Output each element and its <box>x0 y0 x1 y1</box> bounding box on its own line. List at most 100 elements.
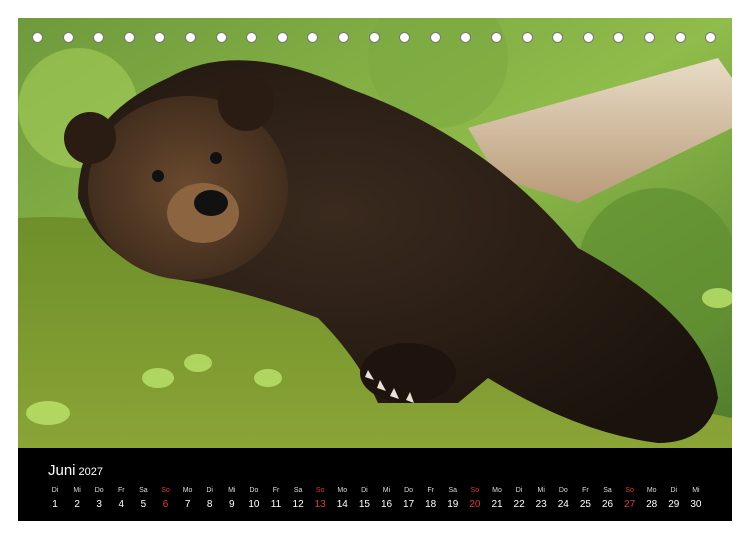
day-cell: Di 8 <box>199 486 221 512</box>
day-cell: So 6 <box>155 486 177 512</box>
weekday-label: Di <box>206 487 213 494</box>
binding-hole <box>123 32 135 43</box>
day-number: 7 <box>184 499 191 510</box>
day-cell: Mi 30 <box>685 486 707 512</box>
month-title: Juni 2027 <box>48 462 103 479</box>
binding-hole <box>613 32 625 43</box>
day-cell: Mi 9 <box>221 486 243 512</box>
day-cell: Di 29 <box>663 486 685 512</box>
day-cell: Sa 19 <box>442 486 464 512</box>
day-number: 10 <box>248 499 260 510</box>
weekday-label: Mi <box>537 487 545 494</box>
day-cell: Sa 5 <box>132 486 154 512</box>
day-number: 30 <box>690 499 702 510</box>
weekday-label: So <box>470 487 480 494</box>
day-cell: Mo 7 <box>177 486 199 512</box>
weekday-label: Fr <box>427 487 434 494</box>
day-number: 6 <box>162 499 169 510</box>
binding-hole <box>338 32 349 43</box>
day-number: 15 <box>358 499 370 510</box>
binding-hole <box>185 32 196 43</box>
day-number: 8 <box>206 499 213 510</box>
binding-hole <box>276 32 288 43</box>
day-number: 4 <box>118 499 125 510</box>
day-number: 29 <box>668 499 680 510</box>
weekday-label: Fr <box>272 487 280 494</box>
day-number: 9 <box>229 499 235 510</box>
weekday-label: Mo <box>182 487 193 494</box>
day-number: 17 <box>403 499 415 510</box>
day-cell: Mo 14 <box>331 486 353 512</box>
month-name: Juni <box>48 462 76 479</box>
day-number: 13 <box>314 499 326 510</box>
weekday-label: Mo <box>337 487 348 494</box>
day-number: 24 <box>557 499 569 510</box>
day-cell: Mi 23 <box>530 486 552 512</box>
day-number: 1 <box>52 499 58 510</box>
binding-hole <box>552 32 564 43</box>
calendar-page: Juni 2027 Di 1 Mi 2 Do 3 Fr 4 Sa 5 So 6 Mo 7 Di 8 Mi 9 Do 10… <box>18 18 732 521</box>
weekday-label: Mi <box>382 487 391 494</box>
weekday-label: So <box>315 487 325 494</box>
day-number: 12 <box>292 499 304 510</box>
bear-illustration <box>18 18 732 448</box>
binding-hole <box>62 32 74 43</box>
binding-hole <box>93 32 105 43</box>
weekday-label: Do <box>558 487 568 494</box>
binding-hole <box>429 32 441 43</box>
day-cell: Sa 12 <box>287 486 309 512</box>
day-cell: So 13 <box>309 486 331 512</box>
day-cell: Di 22 <box>508 486 530 512</box>
weekday-label: Di <box>515 487 523 494</box>
day-cell: Di 15 <box>353 486 375 512</box>
weekday-label: Do <box>404 487 414 494</box>
day-number: 16 <box>380 499 393 510</box>
binding-hole <box>154 32 166 43</box>
weekday-label: Di <box>670 487 678 494</box>
day-cell: Do 17 <box>398 486 420 512</box>
bear-photo <box>18 18 732 448</box>
day-number: 18 <box>425 499 437 510</box>
weekday-label: So <box>625 487 634 494</box>
weekday-label: So <box>161 487 170 494</box>
calendar-strip: Juni 2027 Di 1 Mi 2 Do 3 Fr 4 Sa 5 So 6 Mo 7 Di 8 Mi 9 Do 10… <box>18 448 732 521</box>
day-number: 21 <box>491 499 503 510</box>
day-number: 3 <box>96 499 102 510</box>
day-cell: Mo 21 <box>486 486 508 512</box>
day-cell: Mi 16 <box>376 486 398 512</box>
day-cell: Fr 18 <box>420 486 442 512</box>
binding-hole <box>246 32 258 43</box>
binding-hole <box>674 32 686 43</box>
weekday-label: Mo <box>492 487 502 494</box>
weekday-label: Mi <box>73 487 81 494</box>
day-cell: So 20 <box>464 486 486 512</box>
day-cell: Mo 28 <box>641 486 663 512</box>
day-number: 5 <box>140 499 147 510</box>
day-cell: Fr 11 <box>265 486 287 512</box>
year-label: 2027 <box>78 466 104 478</box>
binding-hole <box>460 32 472 43</box>
day-cell: Do 3 <box>88 486 110 512</box>
day-number: 27 <box>624 499 636 510</box>
weekday-label: Mi <box>228 487 236 494</box>
binding-hole <box>582 32 594 43</box>
day-number: 2 <box>74 499 80 510</box>
day-number: 25 <box>579 499 591 510</box>
binding-hole <box>215 32 227 43</box>
weekday-label: Di <box>361 487 368 494</box>
day-row: Di 1 Mi 2 Do 3 Fr 4 Sa 5 So 6 Mo 7 Di 8 Mi 9 Do 10 Fr 11 Sa 12 S… <box>44 486 724 516</box>
day-cell: Di 1 <box>44 486 66 512</box>
weekday-label: Sa <box>603 487 612 494</box>
binding-hole <box>368 32 380 43</box>
weekday-label: Do <box>249 487 259 494</box>
binding-hole <box>705 32 717 43</box>
day-number: 28 <box>646 499 658 510</box>
weekday-label: Mi <box>692 487 700 494</box>
day-cell: Mi 2 <box>66 486 88 512</box>
binding-hole <box>307 32 319 43</box>
weekday-label: Sa <box>448 487 458 494</box>
day-number: 26 <box>601 499 614 510</box>
day-cell: Fr 4 <box>110 486 132 512</box>
weekday-label: Sa <box>293 487 303 494</box>
day-cell: Do 24 <box>552 486 574 512</box>
